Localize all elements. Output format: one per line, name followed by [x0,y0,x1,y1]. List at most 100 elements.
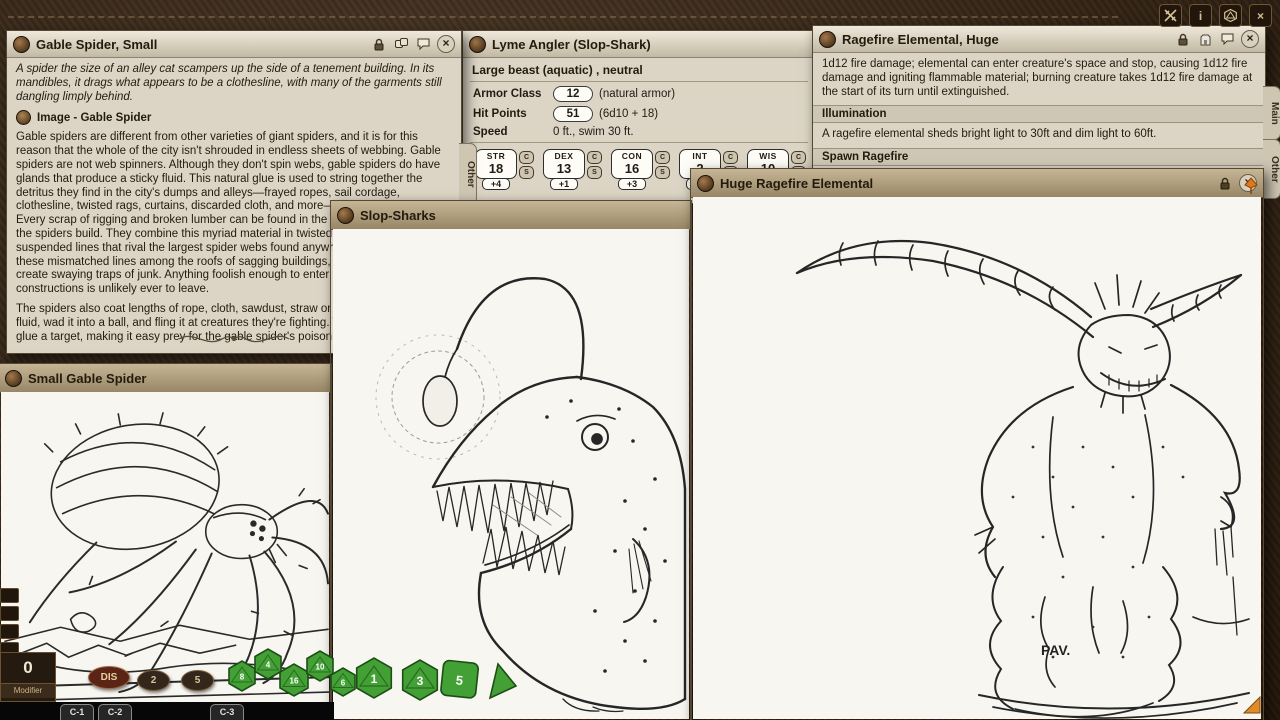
divider [470,142,808,143]
dice-tray: 8 4 16 10 6 [222,634,522,717]
close-window-button[interactable]: × [437,35,455,53]
window-elemental-image: Huge Ragefire Elemental × [690,168,1264,720]
window-title: Lyme Angler (Slop-Shark) [492,37,809,52]
d6-die-result-5[interactable]: 5 [440,660,478,698]
top-toolbar: i × [1159,4,1272,27]
armor-class-field[interactable]: 12 [553,86,593,102]
window-title: Ragefire Elemental, Huge [842,32,1169,47]
image-icon [337,207,354,224]
close-window-button[interactable]: × [1241,30,1259,48]
ability-score[interactable]: 18 [476,161,516,176]
tab-c2[interactable]: C-2 [98,704,132,720]
close-icon[interactable]: × [1249,4,1272,27]
check-button[interactable]: C [519,151,534,164]
window-ragefire-stat: Ragefire Elemental, Huge × 1d12 fire dam… [812,25,1266,175]
check-button[interactable]: C [723,151,738,164]
sidebar-mini-button[interactable] [0,588,19,603]
check-button[interactable]: C [655,151,670,164]
tab-other[interactable]: Other [459,143,477,205]
tab-c1[interactable]: C-1 [60,704,94,720]
section-text: A ragefire elemental sheds bright light … [822,128,1256,142]
sidebar-mini-button[interactable] [0,606,19,621]
stat-row-speed: Speed 0 ft., swim 30 ft. [473,126,805,138]
d20-die[interactable]: 10 [307,651,333,681]
svg-text:10: 10 [316,663,325,672]
elemental-sketch: PAV. [693,197,1261,719]
elemental-image-titlebar[interactable]: Huge Ragefire Elemental × [691,169,1263,198]
modifier-5-button[interactable]: 5 [181,670,214,691]
stat-label: Armor Class [473,88,547,100]
window-title: Gable Spider, Small [36,37,365,52]
ability-score[interactable]: 13 [544,161,584,176]
sidebar-mini-button[interactable] [0,624,19,639]
elemental-sketch-canvas[interactable]: PAV. [693,197,1261,719]
ragefire-window-titlebar[interactable]: Ragefire Elemental, Huge × [813,26,1265,53]
lock-icon[interactable] [1175,31,1191,47]
trait-text: 1d12 fire damage; elemental can enter cr… [822,58,1256,99]
save-button[interactable]: S [519,166,534,179]
spider-image-titlebar[interactable]: Small Gable Spider [0,364,331,393]
pin-icon[interactable] [1244,177,1258,200]
ability-mod: +1 [550,178,578,190]
stat-row-hit-points: Hit Points 51 (6d10 + 18) [473,106,805,122]
slop-image-titlebar[interactable]: Slop-Sharks [331,201,691,230]
stat-note: 0 ft., swim 30 ft. [553,126,634,138]
disadvantage-button[interactable]: DIS [88,666,130,689]
creature-icon [13,36,30,53]
image-link[interactable]: Image - Gable Spider [16,110,452,125]
d20-die-result-3[interactable]: 3 [403,660,438,700]
lyme-window-titlebar[interactable]: Lyme Angler (Slop-Shark) [463,31,815,58]
save-button[interactable]: S [655,166,670,179]
dice-tower-icon[interactable] [1197,31,1213,47]
pointer-arrow[interactable] [490,664,516,698]
svg-text:6: 6 [341,679,346,688]
fantasy-grounds-desktop: i × Gable Spider, Small × A spider the s… [0,0,1280,720]
modifier-2-button[interactable]: 2 [137,670,170,691]
section-header-spawn-ragefire: Spawn Ragefire [813,148,1265,166]
check-button[interactable]: C [791,151,806,164]
save-button[interactable]: S [587,166,602,179]
lock-icon[interactable] [1217,175,1233,191]
d20-die[interactable]: 4 [255,649,281,679]
modifier-value: 0 [1,653,55,683]
image-link-icon [16,110,31,125]
dice-icon[interactable] [1219,4,1242,27]
ability-score[interactable]: 16 [612,161,652,176]
svg-text:1: 1 [371,672,378,686]
window-title: Huge Ragefire Elemental [720,176,1211,191]
ability-dex[interactable]: DEX13+1 CS [543,149,602,190]
flavor-text: A spider the size of an alley cat scampe… [16,63,452,104]
window-title: Small Gable Spider [28,371,325,386]
ability-name: CON [612,151,652,161]
hit-points-field[interactable]: 51 [553,106,593,122]
d20-die[interactable]: 6 [331,668,355,696]
lock-icon[interactable] [371,36,387,52]
image-link-label: Image - Gable Spider [37,112,151,124]
modifier-box[interactable]: 0 Modifier [0,652,56,702]
info-icon[interactable]: i [1189,4,1212,27]
chat-bubble-icon[interactable] [415,36,431,52]
artist-signature: PAV. [1041,642,1070,658]
sidebar-mini-buttons [0,588,19,657]
check-button[interactable]: C [587,151,602,164]
window-title: Slop-Sharks [360,208,685,223]
tab-main[interactable]: Main [1263,86,1280,140]
section-header-illumination: Illumination [813,105,1265,123]
dice-icon[interactable] [393,36,409,52]
d20-die[interactable]: 16 [280,664,308,696]
svg-text:16: 16 [290,677,299,686]
tab-other[interactable]: Other [1263,139,1280,199]
creature-type-line: Large beast (aquatic) , neutral [472,63,806,77]
d20-die-result-1[interactable]: 1 [357,658,392,698]
ability-name: STR [476,151,516,161]
resize-handle[interactable] [1243,696,1261,719]
svg-text:4: 4 [266,661,271,670]
ability-con[interactable]: CON16+3 CS [611,149,670,190]
chat-bubble-icon[interactable] [1219,31,1235,47]
crossed-swords-icon[interactable] [1159,4,1182,27]
ability-name: WIS [748,151,788,161]
d20-die[interactable]: 8 [229,661,255,691]
gable-window-titlebar[interactable]: Gable Spider, Small × [7,31,461,58]
stat-label: Speed [473,126,547,138]
ability-str[interactable]: STR18+4 CS [475,149,534,190]
